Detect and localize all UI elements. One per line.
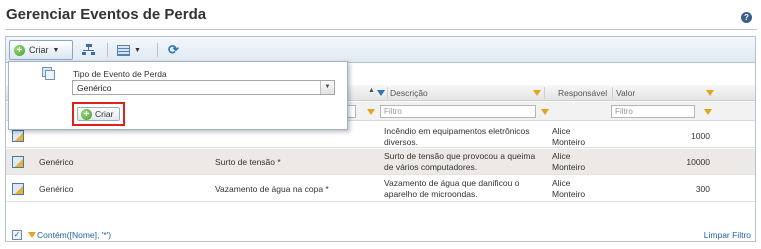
filter-expression-link[interactable]: Contém([Nome], '*') [37,230,111,240]
chevron-down-icon: ▼ [134,46,141,54]
filter-icon [28,232,36,238]
filter-icon[interactable] [541,109,549,115]
refresh-icon: ⟳ [168,42,179,57]
toolbar-separator [157,43,158,57]
filter-icon[interactable] [706,90,714,96]
add-icon: + [81,108,92,120]
grid-footer: ✓ Contém([Nome], '*') Limpar Filtro [6,230,755,242]
column-header-responsavel[interactable]: Responsável [558,88,607,98]
help-icon[interactable]: ? [741,12,752,23]
refresh-button[interactable]: ⟳ [164,40,183,60]
criar-button[interactable]: + Criar [77,107,120,121]
event-type-select[interactable]: Genérico ▼ [72,80,335,95]
event-type-label: Tipo de Evento de Perda [73,69,167,79]
table-row[interactable]: Genérico Vazamento de água na copa * Vaz… [6,176,755,202]
filter-descricao-input[interactable]: Filtro [380,105,536,118]
hierarchy-icon [82,44,96,56]
toolbar-separator [107,43,108,57]
chevron-down-icon: ▼ [52,46,60,54]
edit-icon[interactable] [12,156,24,168]
filter-valor-input[interactable]: Filtro [611,105,695,118]
add-icon: + [14,44,25,56]
edit-icon[interactable] [12,130,24,142]
title-divider [5,29,757,30]
filter-icon[interactable] [533,90,541,96]
grid-columns-icon [117,44,130,56]
sort-asc-icon[interactable]: ▲ [368,87,375,94]
toolbar: + Criar ▼ ▼ ⟳ [6,37,755,63]
page-title: Gerenciar Eventos de Perda [6,6,207,23]
filter-icon[interactable] [704,109,712,115]
hierarchy-button[interactable] [78,40,100,60]
columns-button[interactable]: ▼ [113,40,145,60]
highlight-frame: + Criar [72,102,125,126]
create-event-dropdown: Tipo de Evento de Perda Genérico ▼ + Cri… [8,61,348,130]
chevron-down-icon[interactable]: ▼ [320,81,334,94]
table-row[interactable]: Genérico Surto de tensão * Surto de tens… [6,149,755,175]
edit-icon[interactable] [12,183,24,195]
copy-icon-front [45,70,55,80]
filter-enabled-checkbox[interactable]: ✓ [12,230,22,240]
criar-menu-button[interactable]: + Criar ▼ [9,40,73,60]
clear-filter-link[interactable]: Limpar Filtro [704,230,751,240]
column-header-descricao[interactable]: Descrição [390,88,428,98]
filter-icon[interactable] [367,109,375,115]
criar-label: Criar [29,45,49,55]
column-header-valor[interactable]: Valor [616,88,635,98]
filter-icon[interactable] [377,90,385,96]
